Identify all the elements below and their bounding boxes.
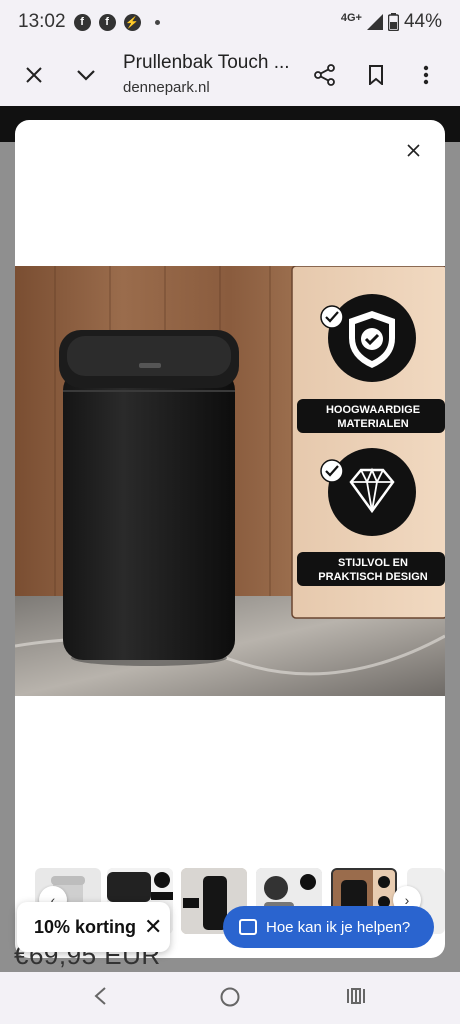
status-time: 13:02 — [18, 11, 66, 32]
home-icon[interactable] — [219, 986, 241, 1014]
chevron-down-icon[interactable] — [74, 63, 98, 87]
help-chat-button[interactable]: Hoe kan ik je helpen? — [223, 906, 434, 948]
signal-icon — [366, 14, 383, 30]
bookmark-icon[interactable] — [364, 63, 388, 87]
image-lightbox: HOOGWAARDIGE MATERIALEN STIJLVOL EN PRAK… — [15, 120, 445, 958]
badge-2-line-1: STIJLVOL EN — [338, 557, 408, 569]
close-tab-icon[interactable] — [22, 63, 46, 87]
page-title-block[interactable]: Prullenbak Touch ... dennepark.nl — [123, 52, 290, 96]
more-options-icon[interactable] — [414, 63, 438, 87]
network-type: 4G+ — [340, 12, 362, 24]
help-chat-label: Hoe kan ik je helpen? — [266, 918, 411, 936]
messenger-icon: ⚡ — [123, 13, 141, 31]
product-image[interactable]: HOOGWAARDIGE MATERIALEN STIJLVOL EN PRAK… — [15, 266, 445, 696]
browser-toolbar: Prullenbak Touch ... dennepark.nl — [0, 44, 460, 106]
system-navigation-bar — [0, 972, 460, 1024]
recent-apps-icon[interactable] — [345, 986, 367, 1012]
facebook-icon: f — [73, 13, 91, 31]
badge-1-line-2: MATERIALEN — [337, 418, 408, 430]
page-domain: dennepark.nl — [123, 79, 210, 96]
discount-label: 10% korting — [34, 916, 137, 937]
page-title: Prullenbak Touch ... — [123, 52, 290, 73]
facebook-icon: f — [98, 13, 116, 31]
badge-1-line-1: HOOGWAARDIGE — [326, 404, 420, 416]
discount-chip[interactable]: 10% korting ✕ — [17, 902, 170, 952]
chat-icon — [239, 919, 257, 935]
more-notifications-icon — [154, 19, 160, 25]
share-icon[interactable] — [313, 63, 337, 87]
badge-2-line-2: PRAKTISCH DESIGN — [318, 571, 427, 583]
status-bar: 13:02 f f ⚡ 4G+ 44% — [0, 0, 460, 44]
battery-level: 44% — [403, 11, 442, 32]
close-icon[interactable] — [403, 140, 423, 160]
battery-icon — [387, 13, 399, 31]
close-icon[interactable]: ✕ — [144, 914, 162, 940]
back-icon[interactable] — [93, 986, 107, 1012]
